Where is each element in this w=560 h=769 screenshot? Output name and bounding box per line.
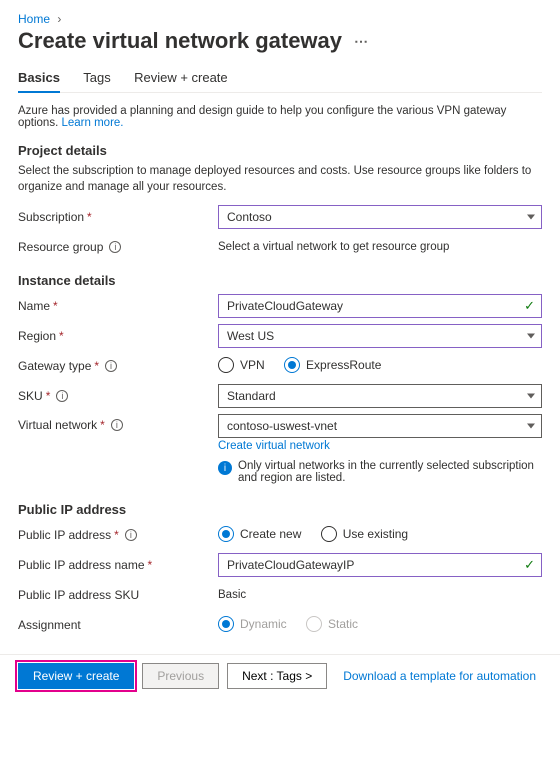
page-title: Create virtual network gateway ⋯: [18, 28, 542, 54]
gateway-type-radio-expressroute[interactable]: ExpressRoute: [284, 357, 381, 373]
info-icon[interactable]: i: [56, 390, 68, 402]
assignment-label: Assignment: [18, 618, 218, 632]
section-project-details: Project details: [18, 143, 542, 158]
assignment-radio-static: Static: [306, 616, 358, 632]
sku-label: SKU* i: [18, 389, 218, 403]
chevron-right-icon: ›: [57, 12, 61, 26]
gateway-type-label: Gateway type* i: [18, 359, 218, 373]
info-icon[interactable]: i: [105, 360, 117, 372]
pip-sku-label: Public IP address SKU: [18, 588, 218, 602]
subscription-label: Subscription*: [18, 210, 218, 224]
tab-basics[interactable]: Basics: [18, 64, 60, 93]
section-instance-details: Instance details: [18, 273, 542, 288]
tab-tags[interactable]: Tags: [83, 64, 110, 91]
info-icon[interactable]: i: [111, 419, 123, 431]
intro-text: Azure has provided a planning and design…: [18, 105, 542, 129]
tabs: Basics Tags Review + create: [18, 64, 542, 93]
footer-bar: Review + create Previous Next : Tags > D…: [0, 654, 560, 697]
pip-radio-create-new[interactable]: Create new: [218, 526, 301, 542]
info-icon[interactable]: i: [125, 529, 137, 541]
subscription-select[interactable]: Contoso: [218, 205, 542, 229]
more-icon[interactable]: ⋯: [354, 33, 368, 50]
tab-review[interactable]: Review + create: [134, 64, 228, 91]
region-label: Region*: [18, 329, 218, 343]
check-icon: ✓: [524, 298, 535, 314]
chevron-down-icon: [527, 394, 535, 399]
sku-select[interactable]: Standard: [218, 384, 542, 408]
pip-name-label: Public IP address name*: [18, 558, 218, 572]
info-icon[interactable]: i: [109, 241, 121, 253]
previous-button: Previous: [142, 663, 219, 689]
resource-group-label: Resource group i: [18, 240, 218, 254]
vnet-select[interactable]: contoso-uswest-vnet: [218, 414, 542, 438]
create-vnet-link[interactable]: Create virtual network: [218, 440, 542, 452]
project-details-desc: Select the subscription to manage deploy…: [18, 164, 542, 195]
region-select[interactable]: West US: [218, 324, 542, 348]
name-label: Name*: [18, 299, 218, 313]
section-public-ip: Public IP address: [18, 502, 542, 517]
info-badge-icon: i: [218, 461, 232, 475]
vnet-label: Virtual network* i: [18, 414, 218, 432]
pip-radio-use-existing[interactable]: Use existing: [321, 526, 408, 542]
name-input[interactable]: PrivateCloudGateway ✓: [218, 294, 542, 318]
pip-address-label: Public IP address* i: [18, 528, 218, 542]
assignment-radio-dynamic: Dynamic: [218, 616, 287, 632]
gateway-type-radio-vpn[interactable]: VPN: [218, 357, 265, 373]
resource-group-hint: Select a virtual network to get resource…: [218, 241, 542, 253]
pip-sku-value: Basic: [218, 589, 542, 601]
download-template-link[interactable]: Download a template for automation: [343, 669, 536, 683]
learn-more-link[interactable]: Learn more.: [61, 117, 123, 129]
pip-name-input[interactable]: PrivateCloudGatewayIP ✓: [218, 553, 542, 577]
check-icon: ✓: [524, 557, 535, 573]
chevron-down-icon: [527, 334, 535, 339]
breadcrumb: Home ›: [18, 12, 542, 26]
chevron-down-icon: [527, 215, 535, 220]
review-create-button[interactable]: Review + create: [18, 663, 134, 689]
chevron-down-icon: [527, 424, 535, 429]
next-button[interactable]: Next : Tags >: [227, 663, 327, 689]
breadcrumb-home[interactable]: Home: [18, 12, 50, 26]
vnet-note: Only virtual networks in the currently s…: [238, 460, 542, 484]
